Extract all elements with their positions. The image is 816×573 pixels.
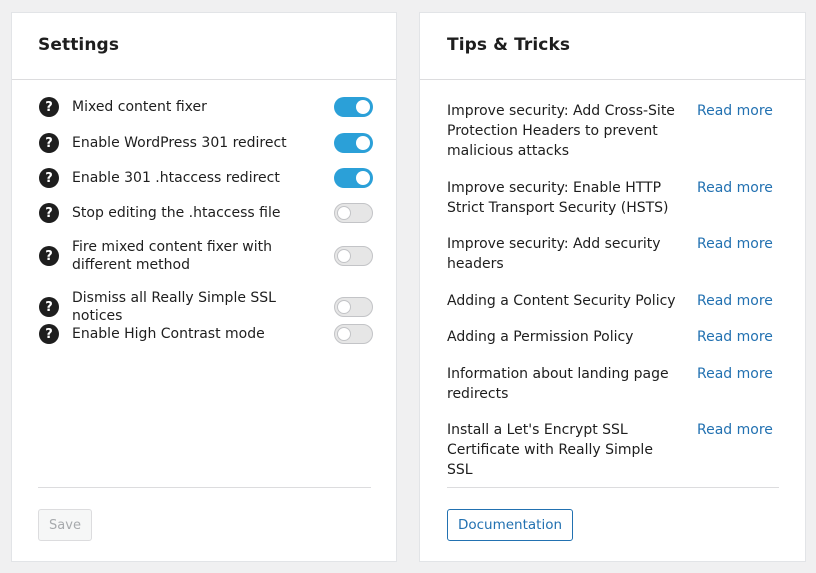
toggle-wordpress-301-redirect[interactable] — [334, 133, 373, 153]
help-icon[interactable]: ? — [39, 203, 59, 223]
toggle-knob — [356, 171, 370, 185]
tips-title: Tips & Tricks — [447, 35, 571, 55]
tip-text: Adding a Content Security Policy — [447, 293, 676, 309]
tip-text: Improve security: Enable HTTP Strict Tra… — [447, 180, 669, 216]
read-more-link[interactable]: Read more — [697, 327, 773, 347]
read-more-link[interactable]: Read more — [697, 234, 773, 254]
setting-label: Mixed content fixer — [72, 99, 207, 115]
toggle-knob — [337, 206, 351, 220]
setting-row-alternate-fixer-method: ? Fire mixed content fixer with differen… — [39, 238, 373, 274]
tip-item: Adding a Content Security Policy Read mo… — [447, 291, 782, 311]
tip-item: Improve security: Enable HTTP Strict Tra… — [447, 178, 782, 218]
tip-item: Information about landing page redirects… — [447, 364, 782, 404]
read-more-link[interactable]: Read more — [697, 178, 773, 198]
help-icon[interactable]: ? — [39, 97, 59, 117]
settings-card: Settings ? Mixed content fixer ? Enable … — [11, 12, 397, 562]
help-icon[interactable]: ? — [39, 324, 59, 344]
tip-text: Install a Let's Encrypt SSL Certificate … — [447, 422, 653, 478]
setting-label: Stop editing the .htaccess file — [72, 205, 281, 221]
toggle-knob — [337, 249, 351, 263]
setting-row-htaccess-redirect: ? Enable 301 .htaccess redirect — [39, 168, 373, 188]
toggle-stop-editing-htaccess[interactable] — [334, 203, 373, 223]
toggle-alternate-fixer-method[interactable] — [334, 246, 373, 266]
help-icon[interactable]: ? — [39, 297, 59, 317]
settings-header: Settings — [12, 13, 396, 80]
save-button[interactable]: Save — [38, 509, 92, 541]
toggle-knob — [337, 300, 351, 314]
setting-label: Fire mixed content fixer with different … — [72, 239, 273, 273]
tips-card: Tips & Tricks Improve security: Add Cros… — [419, 12, 806, 562]
tip-item: Improve security: Add security headers R… — [447, 234, 782, 274]
read-more-link[interactable]: Read more — [697, 291, 773, 311]
read-more-link[interactable]: Read more — [697, 364, 773, 384]
setting-label: Dismiss all Really Simple SSL notices — [72, 290, 276, 324]
setting-row-wordpress-301-redirect: ? Enable WordPress 301 redirect — [39, 133, 373, 153]
tips-divider — [447, 487, 779, 488]
toggle-htaccess-redirect[interactable] — [334, 168, 373, 188]
tips-header: Tips & Tricks — [420, 13, 805, 80]
read-more-link[interactable]: Read more — [697, 101, 773, 121]
setting-label: Enable High Contrast mode — [72, 326, 265, 342]
tip-text: Information about landing page redirects — [447, 366, 669, 402]
tip-text: Adding a Permission Policy — [447, 329, 634, 345]
toggle-high-contrast[interactable] — [334, 324, 373, 344]
tip-item: Adding a Permission Policy Read more — [447, 327, 782, 347]
toggle-mixed-content-fixer[interactable] — [334, 97, 373, 117]
toggle-knob — [337, 327, 351, 341]
tip-item: Improve security: Add Cross-Site Protect… — [447, 101, 782, 161]
setting-label: Enable 301 .htaccess redirect — [72, 170, 280, 186]
settings-title: Settings — [38, 35, 120, 55]
read-more-link[interactable]: Read more — [697, 420, 773, 440]
setting-row-mixed-content-fixer: ? Mixed content fixer — [39, 97, 373, 117]
help-icon[interactable]: ? — [39, 133, 59, 153]
toggle-knob — [356, 136, 370, 150]
tip-text: Improve security: Add security headers — [447, 236, 661, 272]
help-icon[interactable]: ? — [39, 168, 59, 188]
settings-divider — [38, 487, 371, 488]
toggle-dismiss-notices[interactable] — [334, 297, 373, 317]
help-icon[interactable]: ? — [39, 246, 59, 266]
tip-text: Improve security: Add Cross-Site Protect… — [447, 103, 675, 159]
setting-row-high-contrast: ? Enable High Contrast mode — [39, 324, 373, 344]
documentation-button[interactable]: Documentation — [447, 509, 573, 541]
setting-label: Enable WordPress 301 redirect — [72, 135, 287, 151]
toggle-knob — [356, 100, 370, 114]
setting-row-dismiss-notices: ? Dismiss all Really Simple SSL notices — [39, 289, 373, 325]
tip-item: Install a Let's Encrypt SSL Certificate … — [447, 420, 782, 480]
setting-row-stop-editing-htaccess: ? Stop editing the .htaccess file — [39, 203, 373, 223]
